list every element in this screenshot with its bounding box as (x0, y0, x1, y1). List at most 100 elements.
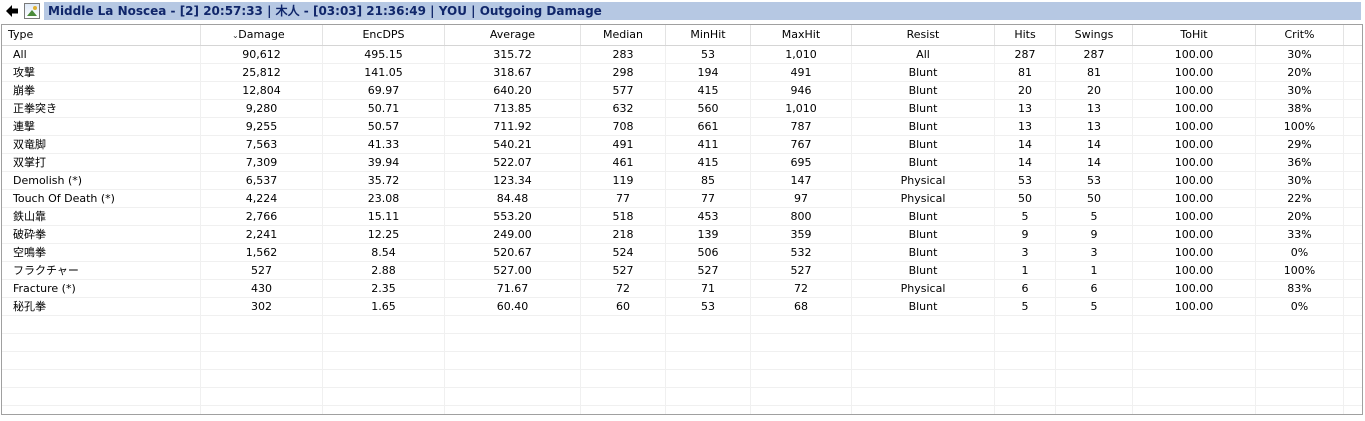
cell-hits: 50 (995, 190, 1056, 207)
cell-median: 524 (581, 244, 666, 261)
cell-average: 84.48 (445, 190, 581, 207)
empty-cell (1344, 100, 1362, 117)
empty-cell (1344, 154, 1362, 171)
empty-cell (1133, 352, 1256, 369)
cell-encdps: 50.71 (323, 100, 445, 117)
cell-maxhit: 147 (751, 172, 852, 189)
cell-crit: 83% (1256, 280, 1344, 297)
cell-type: 連撃 (2, 118, 201, 135)
table-row[interactable]: 崩拳 12,804 69.97 640.20 577 415 946 Blunt 20 20 100… (2, 82, 1362, 100)
table-row[interactable]: 秘孔拳 302 1.65 60.40 60 53 68 Blunt 5 5 100.00 0% (2, 298, 1362, 316)
cell-resist: Physical (852, 190, 995, 207)
empty-cell (666, 370, 751, 387)
cell-hits: 5 (995, 298, 1056, 315)
cell-tohit: 100.00 (1133, 100, 1256, 117)
empty-cell (445, 334, 581, 351)
cell-resist: Blunt (852, 154, 995, 171)
table-row[interactable]: 正拳突き 9,280 50.71 713.85 632 560 1,010 Blunt 13 13… (2, 100, 1362, 118)
empty-cell (1344, 316, 1362, 333)
column-header-encdps[interactable]: EncDPS (323, 25, 445, 45)
cell-tohit: 100.00 (1133, 118, 1256, 135)
empty-cell (323, 352, 445, 369)
empty-cell (1344, 172, 1362, 189)
table-row[interactable]: 双竜脚 7,563 41.33 540.21 491 411 767 Blunt 14 14 100… (2, 136, 1362, 154)
column-header-type[interactable]: Type (2, 25, 201, 45)
cell-maxhit: 532 (751, 244, 852, 261)
column-header-swings[interactable]: Swings (1056, 25, 1133, 45)
table-row[interactable]: 双掌打 7,309 39.94 522.07 461 415 695 Blunt 14 14 100… (2, 154, 1362, 172)
empty-cell (323, 334, 445, 351)
damage-table: Type Damage EncDPS Average Median MinHit MaxHi… (1, 24, 1363, 415)
empty-cell (1256, 370, 1344, 387)
empty-cell (1256, 388, 1344, 405)
cell-damage: 1,562 (201, 244, 323, 261)
cell-encdps: 41.33 (323, 136, 445, 153)
empty-cell (2, 316, 201, 333)
table-header: Type Damage EncDPS Average Median MinHit MaxHi… (2, 25, 1362, 46)
table-row[interactable]: 攻撃 25,812 141.05 318.67 298 194 491 Blunt 81 81 10… (2, 64, 1362, 82)
cell-minhit: 53 (666, 298, 751, 315)
empty-cell (751, 316, 852, 333)
cell-median: 518 (581, 208, 666, 225)
cell-type: Demolish (*) (2, 172, 201, 189)
column-header-average[interactable]: Average (445, 25, 581, 45)
column-header-damage[interactable]: Damage (201, 25, 323, 45)
cell-maxhit: 68 (751, 298, 852, 315)
empty-cell (1056, 352, 1133, 369)
empty-cell (1344, 280, 1362, 297)
empty-cell (1344, 244, 1362, 261)
table-row[interactable]: 空鳴拳 1,562 8.54 520.67 524 506 532 Blunt 3 3 100.00… (2, 244, 1362, 262)
column-header-crit[interactable]: Crit% (1256, 25, 1344, 45)
table-row[interactable]: 破砕拳 2,241 12.25 249.00 218 139 359 Blunt 9 9 100.0… (2, 226, 1362, 244)
empty-cell (852, 388, 995, 405)
cell-hits: 287 (995, 46, 1056, 63)
table-row[interactable]: フラクチャー 527 2.88 527.00 527 527 527 Blunt 1 1 100.0… (2, 262, 1362, 280)
cell-resist: Physical (852, 172, 995, 189)
cell-tohit: 100.00 (1133, 208, 1256, 225)
empty-cell (995, 316, 1056, 333)
empty-cell (1256, 316, 1344, 333)
table-row[interactable]: Touch Of Death (*) 4,224 23.08 84.48 77 77 97 P… (2, 190, 1362, 208)
cell-minhit: 85 (666, 172, 751, 189)
column-header-tohit[interactable]: ToHit (1133, 25, 1256, 45)
cell-maxhit: 491 (751, 64, 852, 81)
cell-crit: 30% (1256, 82, 1344, 99)
table-row[interactable]: All 90,612 495.15 315.72 283 53 1,010 All 287 287… (2, 46, 1362, 64)
cell-hits: 53 (995, 172, 1056, 189)
empty-cell (1056, 334, 1133, 351)
table-row[interactable]: Fracture (*) 430 2.35 71.67 72 71 72 Physical 6 6… (2, 280, 1362, 298)
column-header-resist[interactable]: Resist (852, 25, 995, 45)
empty-cell (852, 370, 995, 387)
column-header-minhit[interactable]: MinHit (666, 25, 751, 45)
cell-average: 318.67 (445, 64, 581, 81)
cell-average: 123.34 (445, 172, 581, 189)
cell-encdps: 23.08 (323, 190, 445, 207)
empty-cell (1344, 208, 1362, 225)
cell-average: 640.20 (445, 82, 581, 99)
cell-minhit: 661 (666, 118, 751, 135)
cell-type: 破砕拳 (2, 226, 201, 243)
cell-minhit: 139 (666, 226, 751, 243)
cell-tohit: 100.00 (1133, 226, 1256, 243)
column-header-maxhit[interactable]: MaxHit (751, 25, 852, 45)
empty-cell (1344, 46, 1362, 63)
picture-icon[interactable] (24, 3, 40, 19)
table-row[interactable]: Demolish (*) 6,537 35.72 123.34 119 85 147 Phys… (2, 172, 1362, 190)
table-row[interactable]: 連撃 9,255 50.57 711.92 708 661 787 Blunt 13 13 100.… (2, 118, 1362, 136)
column-header-hits[interactable]: Hits (995, 25, 1056, 45)
cell-type: All (2, 46, 201, 63)
cell-encdps: 35.72 (323, 172, 445, 189)
cell-damage: 2,241 (201, 226, 323, 243)
column-header-median[interactable]: Median (581, 25, 666, 45)
empty-cell (1344, 334, 1362, 351)
back-arrow-icon[interactable] (3, 2, 21, 20)
cell-median: 60 (581, 298, 666, 315)
table-row[interactable]: 鉄山靠 2,766 15.11 553.20 518 453 800 Blunt 5 5 100.0… (2, 208, 1362, 226)
empty-row (2, 388, 1362, 406)
cell-damage: 7,563 (201, 136, 323, 153)
empty-cell (751, 388, 852, 405)
cell-type: 鉄山靠 (2, 208, 201, 225)
cell-minhit: 506 (666, 244, 751, 261)
empty-cell (666, 406, 751, 414)
cell-hits: 5 (995, 208, 1056, 225)
